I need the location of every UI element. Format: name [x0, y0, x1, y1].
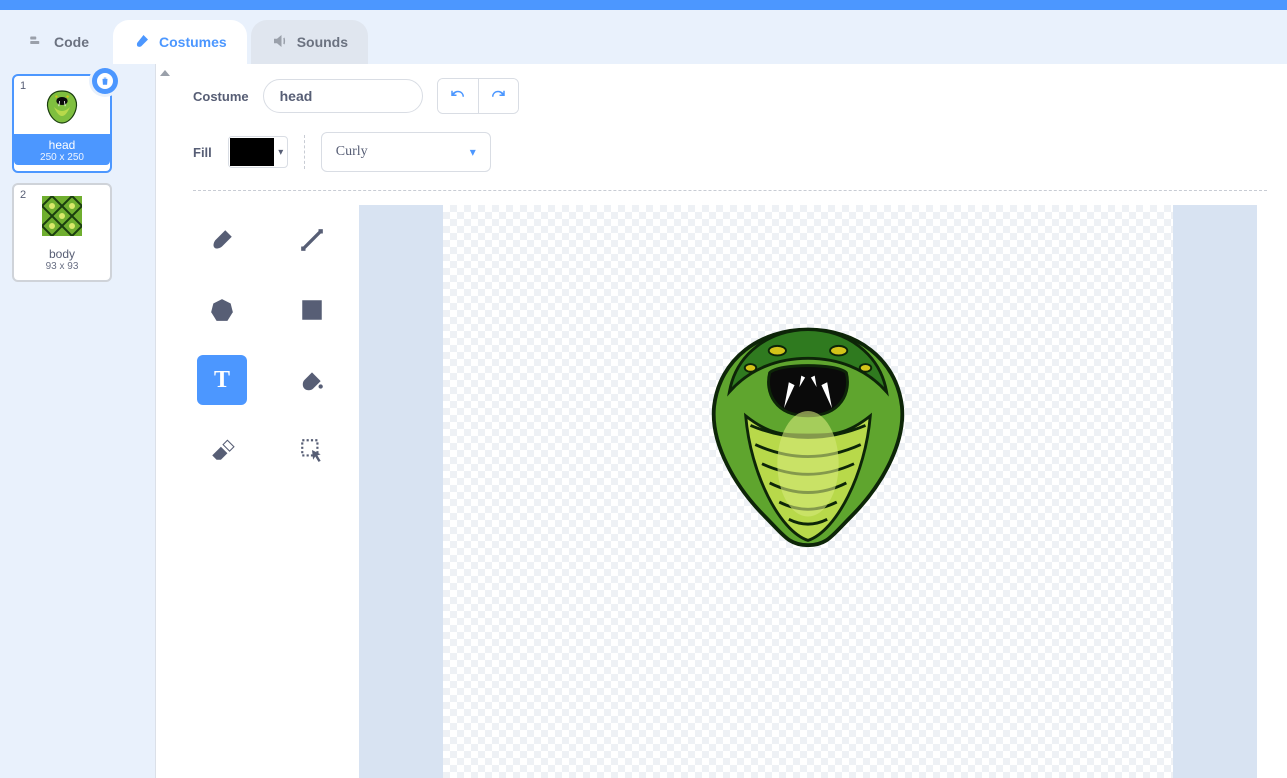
costume-name: body	[14, 247, 110, 261]
brush-tool[interactable]	[197, 215, 247, 265]
line-tool[interactable]	[287, 215, 337, 265]
text-tool[interactable]: T	[197, 355, 247, 405]
undo-button[interactable]	[438, 79, 478, 113]
costume-preview	[22, 80, 102, 134]
brush-icon	[209, 227, 235, 253]
delete-costume-button[interactable]	[92, 68, 118, 94]
window-top-bar	[0, 0, 1287, 10]
costume-name-block: head 250 x 250	[14, 134, 110, 165]
bucket-icon	[299, 367, 325, 393]
chevron-down-icon: ▾	[470, 145, 476, 159]
tab-code[interactable]: Code	[8, 20, 109, 64]
costume-index: 2	[20, 189, 26, 201]
rectangle-tool[interactable]	[287, 285, 337, 335]
select-icon	[299, 437, 325, 463]
costume-index: 1	[20, 80, 26, 92]
eraser-tool[interactable]	[197, 425, 247, 475]
code-icon	[28, 32, 46, 53]
eraser-icon	[209, 437, 235, 463]
text-icon: T	[214, 367, 230, 394]
circle-icon	[209, 297, 235, 323]
costume-preview	[22, 189, 102, 243]
tab-sounds[interactable]: Sounds	[251, 20, 368, 64]
undo-icon	[449, 87, 467, 105]
font-name: Curly	[336, 144, 368, 160]
fill-label: Fill	[193, 145, 212, 160]
paint-editor: Costume Fill ▾ Curly ▾	[173, 64, 1287, 778]
fill-color-picker[interactable]: ▾	[228, 136, 288, 168]
separator	[304, 135, 305, 169]
square-icon	[299, 297, 325, 323]
redo-icon	[489, 87, 507, 105]
tab-costumes[interactable]: Costumes	[113, 20, 247, 64]
tab-sounds-label: Sounds	[297, 34, 348, 50]
brush-icon	[133, 32, 151, 53]
select-tool[interactable]	[287, 425, 337, 475]
costume-thumb-body[interactable]: 2 body 93 x 93	[12, 183, 112, 282]
costume-thumb-head[interactable]: 1 head 250 x 250	[12, 74, 112, 173]
line-icon	[299, 227, 325, 253]
fill-tool[interactable]	[287, 355, 337, 405]
costume-name: head	[14, 138, 110, 152]
costume-dims: 250 x 250	[14, 152, 110, 163]
tab-costumes-label: Costumes	[159, 34, 227, 50]
divider	[193, 190, 1267, 191]
sidebar-collapse[interactable]	[155, 64, 173, 778]
font-dropdown[interactable]: Curly ▾	[321, 132, 491, 172]
costume-name-input[interactable]	[263, 79, 423, 113]
canvas-background	[359, 205, 1257, 778]
tab-bar: Code Costumes Sounds	[0, 10, 1287, 64]
tab-code-label: Code	[54, 34, 89, 50]
canvas-artwork	[693, 315, 923, 555]
trash-icon	[100, 76, 110, 86]
circle-tool[interactable]	[197, 285, 247, 335]
costume-name-label: Costume	[193, 89, 249, 104]
paint-canvas[interactable]	[443, 205, 1173, 778]
redo-button[interactable]	[478, 79, 518, 113]
costume-sidebar: 1 head 250 x 250	[0, 64, 155, 778]
workspace: 1 head 250 x 250	[0, 64, 1287, 778]
costume-name-block: body 93 x 93	[14, 243, 110, 274]
chevron-down-icon: ▾	[275, 147, 287, 158]
costume-dims: 93 x 93	[14, 261, 110, 272]
collapse-triangle-icon	[160, 70, 170, 76]
fill-color-swatch	[230, 138, 274, 166]
sound-icon	[271, 32, 289, 53]
tool-palette: T	[193, 205, 341, 778]
undo-redo-group	[437, 78, 519, 114]
